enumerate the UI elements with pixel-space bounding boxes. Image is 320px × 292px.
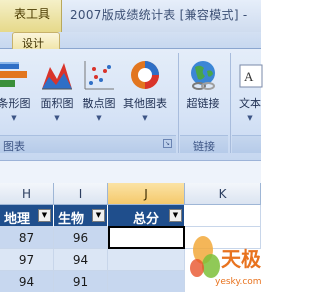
active-cell-cursor <box>108 226 185 249</box>
window-title: 2007版成绩统计表 [兼容模式] - <box>70 8 248 22</box>
column-header-k[interactable]: K <box>185 183 261 205</box>
area-chart-button[interactable]: 面积图 ▼ <box>36 53 78 131</box>
chevron-down-icon: ▼ <box>96 114 102 122</box>
table-header-cell[interactable]: 总分 ▼ <box>108 205 185 227</box>
other-chart-icon <box>131 61 159 89</box>
table-header-cell[interactable]: 地理 ▼ <box>0 205 54 227</box>
svg-text:A: A <box>244 69 254 84</box>
yesky-logo-icon: 天极 yesky.com <box>190 236 262 287</box>
area-chart-label: 面积图 <box>40 97 74 110</box>
text-box-button[interactable]: A 文本 ▼ <box>235 53 265 131</box>
table-cell[interactable]: 94 <box>54 249 108 271</box>
bar-chart-button[interactable]: 条形图 ▼ <box>0 53 34 131</box>
chevron-down-icon: ▼ <box>142 114 148 122</box>
group-separator <box>230 53 231 153</box>
text-box-icon: A <box>239 64 263 88</box>
chevron-down-icon: ▼ <box>247 114 253 122</box>
group-links: 链接 <box>180 135 228 153</box>
chevron-down-icon: ▼ <box>54 114 60 122</box>
group-separator <box>178 53 179 153</box>
filter-dropdown-icon[interactable]: ▼ <box>169 209 182 222</box>
table-header-cell[interactable]: 生物 ▼ <box>54 205 108 227</box>
table-cell[interactable]: 97 <box>0 249 54 271</box>
hyperlink-globe-icon <box>191 61 215 90</box>
filter-dropdown-icon[interactable]: ▼ <box>38 209 51 222</box>
ribbon-tab-row: 设计 <box>0 32 261 50</box>
header-biology: 生物 <box>58 212 85 227</box>
header-total: 总分 <box>132 212 159 227</box>
group-links-label: 链接 <box>193 140 215 153</box>
table-cell[interactable]: 91 <box>54 271 108 292</box>
hyperlink-button[interactable]: 超链接 <box>182 53 224 131</box>
title-bar: 表工具 2007版成绩统计表 [兼容模式] - <box>0 0 261 32</box>
group-charts: 图表 ↘ <box>0 135 176 153</box>
svg-text:天极: 天极 <box>221 247 261 271</box>
yesky-watermark: 天极 yesky.com <box>185 222 262 292</box>
bar-chart-icon <box>0 62 27 87</box>
bar-chart-label: 条形图 <box>0 97 31 110</box>
ribbon: 条形图 ▼ 面积图 ▼ 散点图 ▼ 其他图表 ▼ 超链接 A 文本 ▼ 图表 ↘… <box>0 49 263 161</box>
formula-bar-gap <box>0 161 261 183</box>
scatter-chart-button[interactable]: 散点图 ▼ <box>78 53 120 131</box>
dialog-launcher-icon[interactable]: ↘ <box>163 139 172 148</box>
table-cell[interactable]: 94 <box>0 271 54 292</box>
chevron-down-icon: ▼ <box>11 114 17 122</box>
column-header-h[interactable]: H <box>0 183 54 205</box>
group-charts-label: 图表 <box>3 140 25 153</box>
tab-design[interactable]: 设计 <box>12 32 60 50</box>
other-charts-button[interactable]: 其他图表 ▼ <box>120 53 170 131</box>
table-cell[interactable] <box>108 271 185 292</box>
column-header-i[interactable]: I <box>54 183 108 205</box>
svg-text:yesky.com: yesky.com <box>215 277 261 287</box>
area-chart-icon <box>42 63 72 90</box>
context-tab-table-tools[interactable]: 表工具 <box>0 0 62 32</box>
table-cell[interactable] <box>108 249 185 271</box>
column-header-j[interactable]: J <box>108 183 185 205</box>
text-box-label: 文本 <box>239 97 261 110</box>
scatter-chart-icon <box>84 61 114 90</box>
filter-dropdown-icon[interactable]: ▼ <box>92 209 105 222</box>
table-cell[interactable]: 96 <box>54 227 108 249</box>
other-charts-label: 其他图表 <box>123 97 167 110</box>
hyperlink-label: 超链接 <box>186 97 220 110</box>
header-geography: 地理 <box>4 212 31 227</box>
table-cell[interactable]: 87 <box>0 227 54 249</box>
scatter-chart-label: 散点图 <box>82 97 116 110</box>
group-text <box>232 135 261 153</box>
